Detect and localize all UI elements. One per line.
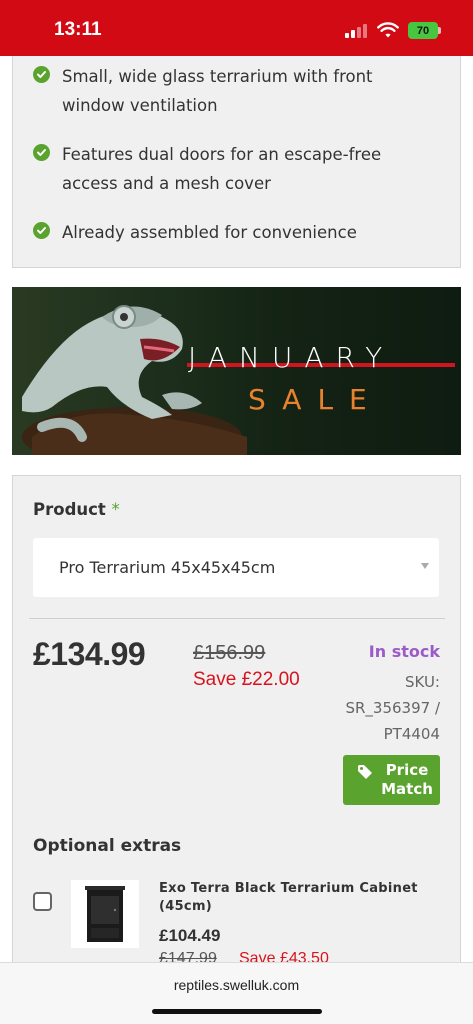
battery-tip	[438, 27, 441, 34]
price-match-label: Price Match	[381, 761, 433, 798]
banner-title: JANUARY	[188, 341, 395, 374]
divider	[29, 618, 445, 619]
product-label-text: Product	[33, 500, 106, 519]
required-mark: *	[111, 500, 120, 519]
sku-text: SKU: SR_356397 / PT4404	[345, 673, 440, 743]
url-text[interactable]: reptiles.swelluk.com	[0, 977, 473, 993]
battery-level: 70	[416, 24, 430, 37]
sale-banner[interactable]: JANUARY SALE	[12, 287, 461, 455]
check-icon	[33, 144, 50, 161]
stock-status: In stock	[368, 642, 440, 661]
product-label: Product *	[33, 500, 120, 519]
feature-item: Small, wide glass terrarium with front w…	[33, 62, 422, 120]
current-price: £134.99	[33, 636, 146, 672]
extra-title[interactable]: Exo Terra Black Terrarium Cabinet (45cm)	[159, 880, 429, 916]
feature-text: Already assembled for convenience	[62, 223, 357, 242]
status-bar: 13:11 70	[0, 0, 473, 56]
home-indicator[interactable]	[152, 1009, 322, 1014]
wifi-icon	[377, 22, 399, 38]
original-price: £156.99	[193, 642, 266, 664]
battery-icon: 70	[408, 22, 438, 39]
price-match-button[interactable]: Price Match	[343, 755, 440, 805]
cabinet-thumbnail[interactable]	[71, 880, 139, 948]
product-select-value: Pro Terrarium 45x45x45cm	[59, 558, 276, 577]
feature-text: Small, wide glass terrarium with front w…	[62, 67, 373, 115]
feature-list: Small, wide glass terrarium with front w…	[12, 56, 461, 268]
banner-subtitle: SALE	[248, 383, 383, 416]
product-purchase-box: Product * Pro Terrarium 45x45x45cm £134.…	[12, 475, 461, 1024]
feature-item: Already assembled for convenience	[33, 218, 422, 247]
check-icon	[33, 66, 50, 83]
extra-checkbox[interactable]	[33, 892, 52, 911]
cellular-signal-icon	[345, 24, 367, 38]
product-select[interactable]: Pro Terrarium 45x45x45cm	[33, 538, 439, 597]
status-time: 13:11	[54, 19, 102, 40]
extra-price: £104.49	[159, 926, 221, 945]
browser-url-bar[interactable]: reptiles.swelluk.com	[0, 962, 473, 1024]
feature-item: Features dual doors for an escape-free a…	[33, 140, 422, 198]
optional-extras-heading: Optional extras	[33, 836, 182, 856]
feature-text: Features dual doors for an escape-free a…	[62, 145, 382, 193]
caret-down-icon	[421, 563, 429, 569]
cabinet-image	[85, 886, 125, 942]
check-icon	[33, 222, 50, 239]
savings-text: Save £22.00	[193, 669, 300, 690]
